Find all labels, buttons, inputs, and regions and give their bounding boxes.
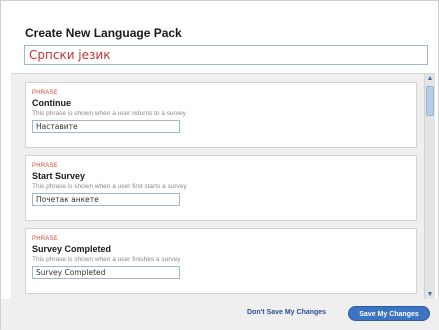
phrase-card-survey-completed: PHRASE Survey Completed This phrase is s…: [25, 228, 417, 294]
phrase-label: PHRASE: [32, 163, 58, 169]
phrase-card-continue: PHRASE Continue This phrase is shown whe…: [25, 82, 417, 148]
vertical-scrollbar[interactable]: ▲ ▼: [424, 74, 435, 300]
phrase-description: This phrase is shown when a user finishe…: [32, 256, 181, 263]
phrase-translation-input[interactable]: Наставите: [32, 120, 180, 133]
dialog-title: Create New Language Pack: [25, 26, 182, 40]
phrase-description: This phrase is shown when a user first s…: [32, 183, 187, 190]
save-changes-button[interactable]: Save My Changes: [348, 306, 430, 321]
create-language-pack-dialog: Create New Language Pack Српски језик PH…: [0, 0, 439, 330]
phrase-label: PHRASE: [32, 236, 58, 242]
scroll-up-arrow-icon[interactable]: ▲: [426, 74, 434, 84]
phrase-name: Start Survey: [32, 171, 86, 181]
phrase-translation-input[interactable]: Почетак анкете: [32, 193, 180, 206]
language-name-input[interactable]: Српски језик: [24, 45, 428, 65]
phrase-name: Continue: [32, 98, 71, 108]
phrase-label: PHRASE: [32, 90, 58, 96]
dont-save-changes-link[interactable]: Don't Save My Changes: [247, 309, 326, 316]
phrase-description: This phrase is shown when a user returns…: [32, 110, 186, 117]
scrollbar-thumb[interactable]: [426, 86, 434, 116]
phrase-card-start-survey: PHRASE Start Survey This phrase is shown…: [25, 155, 417, 221]
dialog-footer: Don't Save My Changes Save My Changes: [1, 299, 439, 330]
phrase-name: Survey Completed: [32, 244, 112, 254]
phrase-list-scroll-area[interactable]: PHRASE Continue This phrase is shown whe…: [11, 73, 435, 300]
phrase-translation-input[interactable]: Survey Completed: [32, 266, 180, 279]
